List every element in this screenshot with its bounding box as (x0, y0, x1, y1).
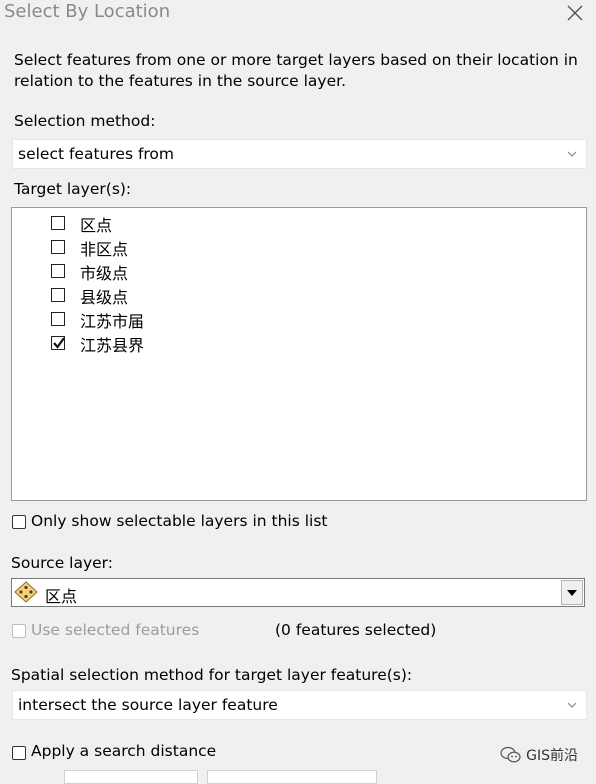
layer-checkbox[interactable] (51, 312, 65, 326)
target-layers-label: Target layer(s): (14, 180, 132, 198)
search-distance-label: Apply a search distance (31, 742, 217, 760)
chevron-down-icon (567, 151, 577, 157)
source-layer-value: 区点 (45, 587, 78, 606)
point-layer-icon (14, 581, 38, 603)
layer-checkbox-checked[interactable] (51, 336, 65, 350)
chevron-down-icon (567, 702, 577, 708)
wechat-icon (500, 746, 521, 763)
source-layer-label: Source layer: (11, 554, 113, 572)
spatial-method-select[interactable]: intersect the source layer feature (12, 690, 587, 720)
only-selectable-checkbox[interactable] (12, 515, 26, 529)
selection-method-label: Selection method: (14, 112, 156, 130)
layer-checkbox[interactable] (51, 216, 65, 230)
layer-checkbox[interactable] (51, 240, 65, 254)
spatial-method-value: intersect the source layer feature (18, 696, 278, 714)
selection-method-value: select features from (18, 145, 175, 163)
layer-label: 江苏县界 (80, 336, 145, 355)
layer-label: 市级点 (80, 264, 129, 283)
features-selected-count: (0 features selected) (275, 621, 437, 639)
watermark: GIS前沿 (500, 745, 578, 765)
layer-label: 江苏市届 (80, 312, 145, 331)
checkmark-icon (53, 337, 65, 349)
watermark-text: GIS前沿 (526, 748, 578, 764)
layer-checkbox[interactable] (51, 264, 65, 278)
target-layers-list[interactable]: 区点 非区点 市级点 县级点 江苏市届 江苏县界 (11, 207, 587, 501)
dialog-description: Select features from one or more target … (14, 51, 578, 90)
search-distance-checkbox[interactable] (12, 746, 26, 760)
spatial-method-label: Spatial selection method for target laye… (11, 666, 413, 684)
use-selected-checkbox[interactable] (12, 624, 26, 638)
source-layer-dropdown-button[interactable] (561, 580, 583, 605)
use-selected-label: Use selected features (31, 621, 200, 639)
close-icon (567, 5, 583, 21)
dialog-title: Select By Location (4, 1, 171, 22)
layer-checkbox[interactable] (51, 288, 65, 302)
only-selectable-label: Only show selectable layers in this list (31, 512, 328, 530)
layer-label: 县级点 (80, 288, 129, 307)
close-button[interactable] (562, 0, 588, 26)
selection-method-select[interactable]: select features from (12, 139, 587, 169)
dropdown-arrow-icon (567, 590, 577, 596)
source-layer-select[interactable]: 区点 (11, 578, 585, 607)
layer-label: 非区点 (80, 240, 129, 259)
layer-label: 区点 (80, 216, 113, 235)
